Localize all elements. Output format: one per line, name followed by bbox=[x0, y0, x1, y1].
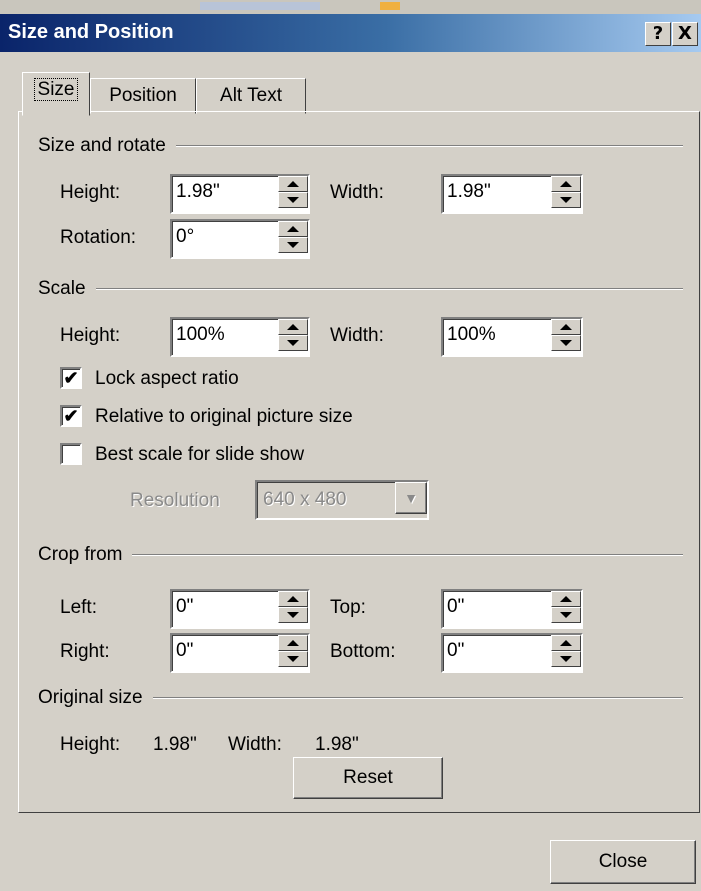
crop-bottom-spinner[interactable] bbox=[551, 635, 581, 667]
rotation-label: Rotation: bbox=[60, 227, 137, 248]
background-app-decoration bbox=[200, 2, 320, 10]
relative-size-label[interactable]: Relative to original picture size bbox=[95, 406, 353, 428]
rotation-field[interactable] bbox=[170, 219, 310, 259]
relative-size-checkbox[interactable]: ✔ bbox=[60, 405, 82, 427]
scale-heading: Scale bbox=[38, 278, 683, 299]
width-spinner[interactable] bbox=[551, 176, 581, 208]
original-height-label: Height: bbox=[60, 734, 121, 755]
spin-up-icon[interactable] bbox=[278, 591, 308, 607]
help-button[interactable]: ? bbox=[645, 22, 671, 46]
width-input[interactable] bbox=[443, 176, 537, 208]
spin-up-icon[interactable] bbox=[551, 319, 581, 335]
spin-down-icon[interactable] bbox=[551, 192, 581, 208]
spin-down-icon[interactable] bbox=[551, 651, 581, 667]
scale-height-label: Height: bbox=[60, 325, 121, 346]
crop-bottom-field[interactable] bbox=[441, 633, 583, 673]
crop-top-spinner[interactable] bbox=[551, 591, 581, 623]
lock-aspect-checkbox[interactable]: ✔ bbox=[60, 367, 82, 389]
width-field[interactable] bbox=[441, 174, 583, 214]
reset-button[interactable]: Reset bbox=[293, 757, 443, 799]
tab-position[interactable]: Position bbox=[90, 78, 196, 114]
crop-right-spinner[interactable] bbox=[278, 635, 308, 667]
tab-alt-text[interactable]: Alt Text bbox=[196, 78, 306, 114]
crop-left-field[interactable] bbox=[170, 589, 310, 629]
spin-down-icon[interactable] bbox=[551, 607, 581, 623]
scale-height-field[interactable] bbox=[170, 317, 310, 357]
close-x-button[interactable]: X bbox=[672, 22, 698, 46]
best-scale-checkbox[interactable] bbox=[60, 443, 82, 465]
scale-width-field[interactable] bbox=[441, 317, 583, 357]
crop-top-input[interactable] bbox=[443, 591, 537, 623]
crop-left-input[interactable] bbox=[172, 591, 266, 623]
spin-down-icon[interactable] bbox=[278, 335, 308, 351]
crop-left-spinner[interactable] bbox=[278, 591, 308, 623]
crop-left-label: Left: bbox=[60, 597, 97, 618]
scale-height-spinner[interactable] bbox=[278, 319, 308, 351]
width-label: Width: bbox=[330, 182, 384, 203]
dialog-title: Size and Position bbox=[8, 21, 174, 43]
crop-heading: Crop from bbox=[38, 544, 683, 565]
height-input[interactable] bbox=[172, 176, 266, 208]
crop-right-input[interactable] bbox=[172, 635, 266, 667]
dialog-title-bar[interactable]: Size and Position ? X bbox=[0, 14, 701, 52]
resolution-select: 640 x 480 ▼ bbox=[255, 480, 429, 520]
close-button[interactable]: Close bbox=[550, 840, 696, 884]
scale-width-input[interactable] bbox=[443, 319, 537, 351]
original-width-value: 1.98" bbox=[315, 734, 359, 755]
resolution-value: 640 x 480 bbox=[263, 489, 347, 510]
spin-up-icon[interactable] bbox=[278, 319, 308, 335]
original-width-label: Width: bbox=[228, 734, 282, 755]
best-scale-label[interactable]: Best scale for slide show bbox=[95, 444, 304, 466]
height-field[interactable] bbox=[170, 174, 310, 214]
tab-size[interactable]: Size bbox=[22, 72, 90, 116]
rotation-spinner[interactable] bbox=[278, 221, 308, 253]
scale-width-label: Width: bbox=[330, 325, 384, 346]
resolution-label: Resolution bbox=[130, 490, 220, 511]
scale-height-input[interactable] bbox=[172, 319, 266, 351]
lock-aspect-label[interactable]: Lock aspect ratio bbox=[95, 368, 239, 390]
rotation-input[interactable] bbox=[172, 221, 266, 253]
spin-down-icon[interactable] bbox=[278, 192, 308, 208]
original-height-value: 1.98" bbox=[153, 734, 197, 755]
crop-bottom-input[interactable] bbox=[443, 635, 537, 667]
spin-up-icon[interactable] bbox=[551, 176, 581, 192]
background-app-decoration bbox=[380, 2, 400, 10]
spin-down-icon[interactable] bbox=[278, 651, 308, 667]
crop-bottom-label: Bottom: bbox=[330, 641, 396, 662]
scale-width-spinner[interactable] bbox=[551, 319, 581, 351]
spin-up-icon[interactable] bbox=[278, 635, 308, 651]
spin-down-icon[interactable] bbox=[278, 237, 308, 253]
spin-up-icon[interactable] bbox=[278, 221, 308, 237]
background-app-strip bbox=[0, 0, 701, 15]
spin-up-icon[interactable] bbox=[551, 591, 581, 607]
spin-down-icon[interactable] bbox=[551, 335, 581, 351]
spin-down-icon[interactable] bbox=[278, 607, 308, 623]
height-spinner[interactable] bbox=[278, 176, 308, 208]
spin-up-icon[interactable] bbox=[551, 635, 581, 651]
crop-top-label: Top: bbox=[330, 597, 366, 618]
height-label: Height: bbox=[60, 182, 121, 203]
crop-top-field[interactable] bbox=[441, 589, 583, 629]
size-rotate-heading: Size and rotate bbox=[38, 135, 683, 156]
spin-up-icon[interactable] bbox=[278, 176, 308, 192]
crop-right-field[interactable] bbox=[170, 633, 310, 673]
chevron-down-icon: ▼ bbox=[395, 482, 427, 514]
original-size-heading: Original size bbox=[38, 687, 683, 708]
crop-right-label: Right: bbox=[60, 641, 110, 662]
